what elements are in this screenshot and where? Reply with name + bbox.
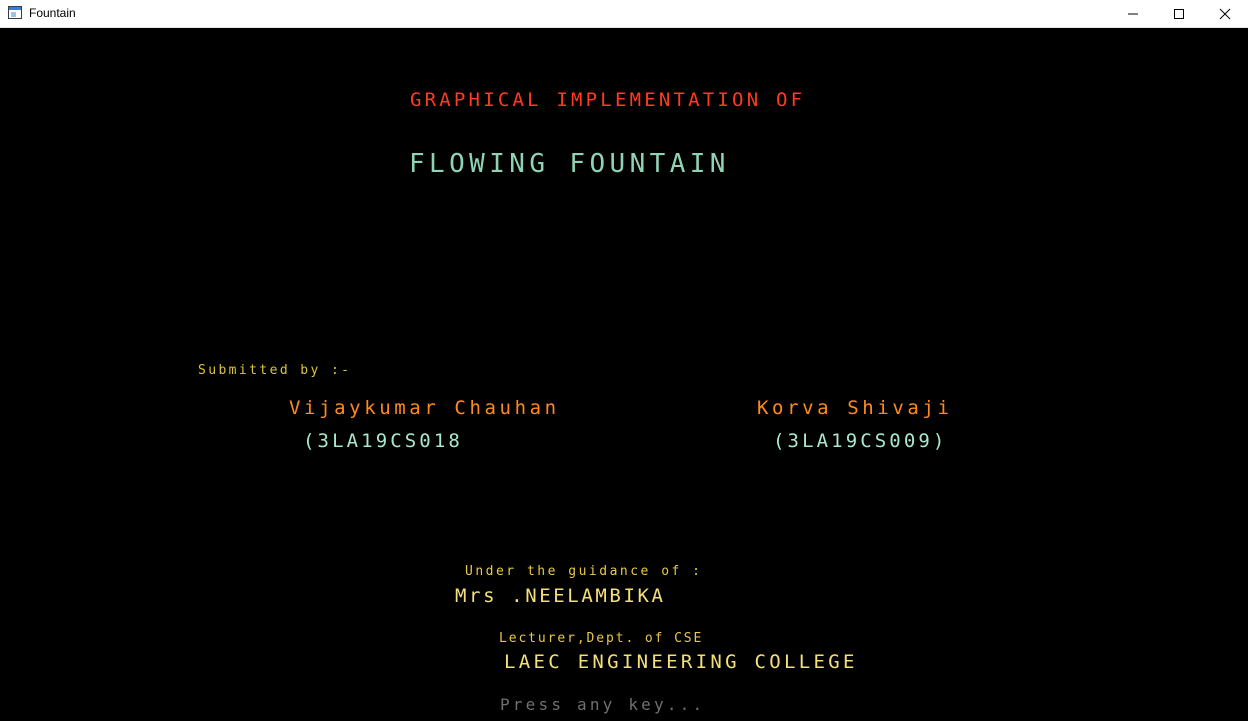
- submitted-by-label: Submitted by :-: [198, 363, 352, 378]
- close-button[interactable]: [1202, 0, 1248, 28]
- minimize-button[interactable]: [1110, 0, 1156, 28]
- fountain-window: Fountain GRAPHICAL IMPLEMENTATION OF FLO…: [0, 0, 1248, 721]
- window-title: Fountain: [29, 6, 76, 20]
- student-2-id: (3LA19CS009): [773, 430, 948, 452]
- guide-designation: Lecturer,Dept. of CSE: [499, 631, 704, 646]
- title-bar[interactable]: Fountain: [0, 0, 1248, 28]
- app-window-icon: [8, 6, 22, 19]
- student-1-id: (3LA19CS018: [303, 430, 463, 452]
- student-1-name: Vijaykumar Chauhan: [289, 397, 560, 419]
- guide-name: Mrs .NEELAMBIKA: [455, 585, 666, 607]
- graphics-canvas[interactable]: GRAPHICAL IMPLEMENTATION OF FLOWING FOUN…: [0, 28, 1248, 721]
- project-title: FLOWING FOUNTAIN: [409, 149, 730, 179]
- college-name: LAEC ENGINEERING COLLEGE: [504, 651, 858, 673]
- guidance-label: Under the guidance of :: [465, 564, 703, 579]
- project-heading: GRAPHICAL IMPLEMENTATION OF: [410, 89, 806, 111]
- close-icon: [1219, 8, 1231, 20]
- maximize-icon: [1174, 9, 1184, 19]
- minimize-icon: [1128, 13, 1138, 15]
- student-2-name: Korva Shivaji: [757, 397, 953, 419]
- press-any-key-prompt: Press any key...: [500, 695, 706, 714]
- maximize-button[interactable]: [1156, 0, 1202, 28]
